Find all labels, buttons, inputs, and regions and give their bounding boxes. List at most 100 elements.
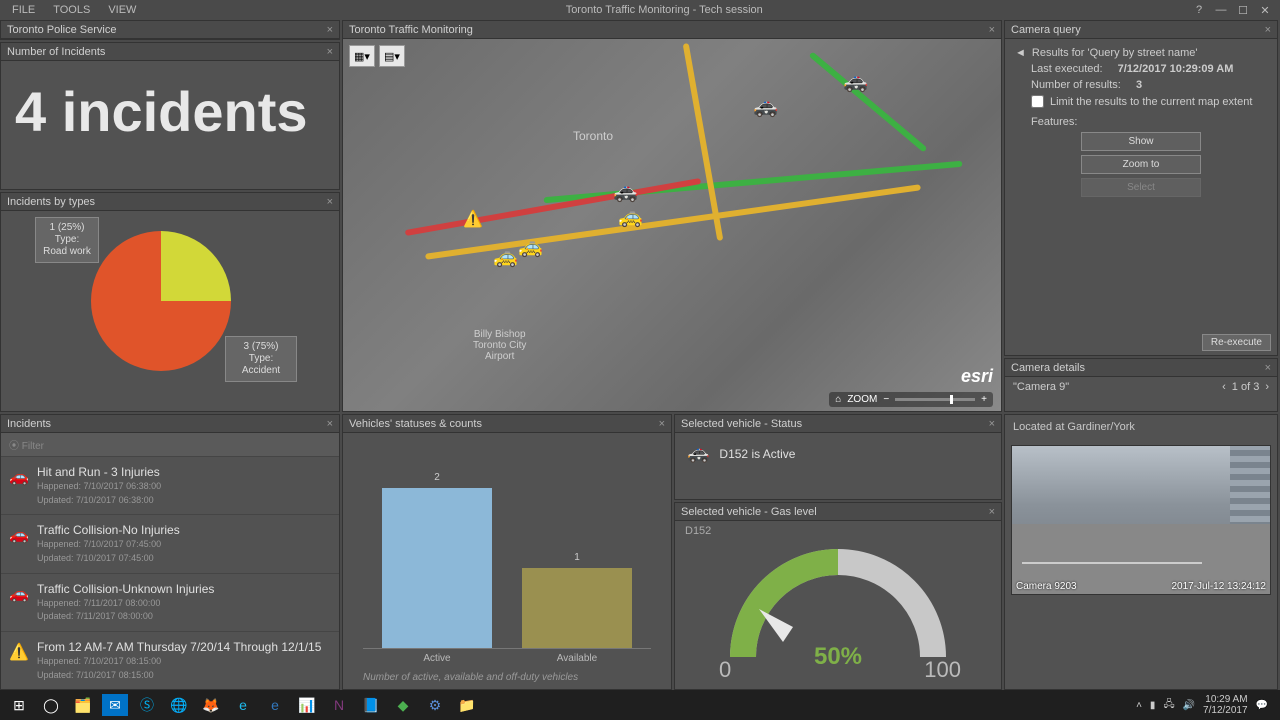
panel-camera-details: Camera details× "Camera 9" ‹ 1 of 3 › [1004, 358, 1278, 412]
zoom-in-icon[interactable]: + [981, 394, 987, 405]
edge-icon[interactable]: e [262, 694, 288, 716]
panel-tps-title: Toronto Police Service [7, 24, 116, 36]
outlook-icon[interactable]: ✉ [102, 694, 128, 716]
incident-updated: Updated: 7/10/2017 08:15:00 [37, 670, 329, 682]
panel-close-icon[interactable]: × [989, 418, 995, 430]
incident-happened: Happened: 7/11/2017 08:00:00 [37, 598, 329, 610]
help-icon[interactable]: ? [1192, 4, 1206, 17]
zoomto-button[interactable]: Zoom to [1081, 155, 1201, 174]
incident-item[interactable]: 🚗Traffic Collision-No InjuriesHappened: … [1, 514, 339, 572]
map-marker-police[interactable]: 🚓 [753, 94, 778, 119]
panel-close-icon[interactable]: × [327, 418, 333, 430]
incident-title: From 12 AM-7 AM Thursday 7/20/14 Through… [37, 640, 329, 654]
minimize-icon[interactable]: — [1214, 4, 1228, 17]
panel-close-icon[interactable]: × [659, 418, 665, 430]
panel-close-icon[interactable]: × [989, 506, 995, 518]
vehicle-icon: 🚓 [687, 443, 709, 464]
incident-title: Hit and Run - 3 Injuries [37, 465, 329, 479]
bar-active[interactable]: 2 [382, 488, 492, 648]
pager-next-icon[interactable]: › [1265, 381, 1269, 393]
panel-close-icon[interactable]: × [327, 46, 333, 58]
file-explorer-icon[interactable]: 🗂️ [70, 694, 96, 716]
chrome-icon[interactable]: 🌐 [166, 694, 192, 716]
query-title: Camera query [1011, 24, 1081, 36]
tray-battery-icon[interactable]: ▮ [1150, 700, 1156, 711]
show-button[interactable]: Show [1081, 132, 1201, 151]
onenote-icon[interactable]: N [326, 694, 352, 716]
pie-chart[interactable] [91, 231, 231, 371]
map-label-airport: Billy Bishop Toronto City Airport [473, 329, 526, 362]
app-icon[interactable]: 📊 [294, 694, 320, 716]
maximize-icon[interactable]: ☐ [1236, 4, 1250, 17]
skype-icon[interactable]: Ⓢ [134, 694, 160, 716]
panel-tps: Toronto Police Service × [0, 20, 340, 40]
limit-results-checkbox[interactable] [1031, 95, 1044, 108]
app-icon[interactable]: 📘 [358, 694, 384, 716]
incidents-filter[interactable]: ⦿ Filter [1, 433, 339, 456]
back-icon[interactable]: ◄ [1015, 47, 1026, 59]
map-marker-taxi[interactable]: 🚕 [493, 244, 518, 269]
firefox-icon[interactable]: 🦊 [198, 694, 224, 716]
map-marker-taxi[interactable]: 🚕 [518, 234, 543, 259]
tray-volume-icon[interactable]: 🔊 [1183, 700, 1195, 711]
panel-close-icon[interactable]: × [327, 196, 333, 208]
panel-close-icon[interactable]: × [989, 24, 995, 36]
menu-tools[interactable]: TOOLS [53, 4, 90, 16]
close-icon[interactable]: ✕ [1258, 4, 1272, 17]
panel-incident-count: Number of Incidents× 4 incidents [0, 42, 340, 190]
map-home-icon[interactable]: ⌂ [835, 394, 841, 405]
camera-caption-id: Camera 9203 [1016, 581, 1077, 592]
map-marker-police[interactable]: 🚓 [613, 179, 638, 204]
camera-image[interactable]: Camera 9203 2017-Jul-12 13:24:12 [1011, 445, 1271, 595]
incident-updated: Updated: 7/11/2017 08:00:00 [37, 611, 329, 623]
menu-file[interactable]: FILE [12, 4, 35, 16]
map-marker-taxi[interactable]: 🚕 [618, 204, 643, 229]
tray-clock[interactable]: 10:29 AM 7/12/2017 [1203, 694, 1248, 716]
search-icon[interactable]: ◯ [38, 694, 64, 716]
camera-location: Located at Gardiner/York [1005, 415, 1277, 439]
bars-title: Vehicles' statuses & counts [349, 418, 482, 430]
ie-icon[interactable]: e [230, 694, 256, 716]
pager-prev-icon[interactable]: ‹ [1222, 381, 1226, 393]
start-button[interactable]: ⊞ [6, 694, 32, 716]
zoom-out-icon[interactable]: − [883, 394, 889, 405]
app-icon[interactable]: ⚙ [422, 694, 448, 716]
esri-logo: esri [961, 366, 993, 387]
bar-label-available: Available [522, 653, 632, 664]
reexecute-button[interactable]: Re-execute [1202, 334, 1271, 351]
gas-vehicle-id: D152 [675, 521, 1001, 541]
camd-title: Camera details [1011, 362, 1085, 374]
pie-label-accident: 3 (75%) Type: Accident [225, 336, 297, 382]
incident-title: Traffic Collision-No Injuries [37, 523, 329, 537]
app-icon[interactable]: 📁 [454, 694, 480, 716]
incident-happened: Happened: 7/10/2017 07:45:00 [37, 539, 329, 551]
incident-item[interactable]: 🚗Hit and Run - 3 InjuriesHappened: 7/10/… [1, 456, 339, 514]
taskbar: ⊞ ◯ 🗂️ ✉ Ⓢ 🌐 🦊 e e 📊 N 📘 ◆ ⚙ 📁 ˄ ▮ 🖧 🔊 1… [0, 690, 1280, 720]
app-icon[interactable]: ◆ [390, 694, 416, 716]
panel-close-icon[interactable]: × [1265, 24, 1271, 36]
panel-close-icon[interactable]: × [1265, 362, 1271, 374]
map-marker-police[interactable]: 🚓 [843, 69, 868, 94]
types-title: Incidents by types [7, 196, 95, 208]
panel-gas-level: Selected vehicle - Gas level× D152 0 100… [674, 502, 1002, 690]
map-canvas[interactable]: Toronto Billy Bishop Toronto City Airpor… [343, 39, 1001, 411]
camera-name: "Camera 9" [1013, 381, 1069, 393]
incident-happened: Happened: 7/10/2017 06:38:00 [37, 481, 329, 493]
tray-up-icon[interactable]: ˄ [1136, 700, 1142, 711]
map-layers-button[interactable]: ▦▾ [349, 45, 375, 67]
menu-view[interactable]: VIEW [108, 4, 136, 16]
query-results-for: Results for 'Query by street name' [1032, 47, 1198, 59]
tray-network-icon[interactable]: 🖧 [1163, 697, 1174, 714]
panel-close-icon[interactable]: × [327, 24, 333, 36]
map-basemap-button[interactable]: ▤▾ [379, 45, 405, 67]
bar-label-active: Active [382, 653, 492, 664]
zoom-slider[interactable] [895, 398, 975, 401]
map-marker-warning[interactable]: ⚠️ [463, 209, 483, 229]
title-bar: FILE TOOLS VIEW Toronto Traffic Monitori… [0, 0, 1280, 20]
tray-notifications-icon[interactable]: 💬 [1256, 700, 1268, 711]
bar-available[interactable]: 1 [522, 568, 632, 648]
window-title: Toronto Traffic Monitoring - Tech sessio… [136, 4, 1192, 16]
incident-item[interactable]: 🚗Traffic Collision-Unknown InjuriesHappe… [1, 573, 339, 631]
incident-item[interactable]: ⚠️From 12 AM-7 AM Thursday 7/20/14 Throu… [1, 631, 339, 689]
incident-updated: Updated: 7/10/2017 06:38:00 [37, 495, 329, 507]
